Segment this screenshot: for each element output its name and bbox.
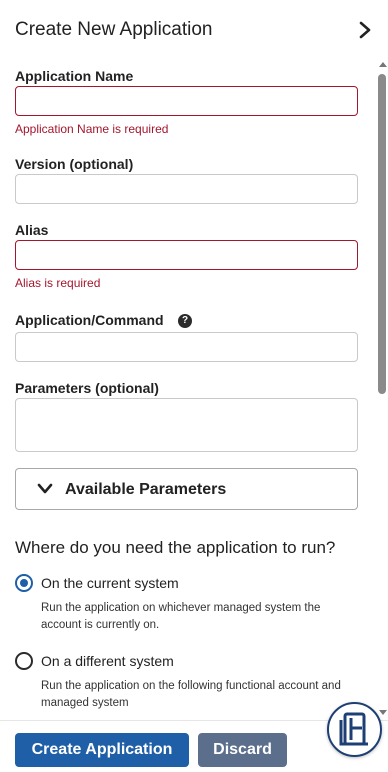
alias-input[interactable]: [15, 240, 358, 270]
version-input[interactable]: [15, 174, 358, 204]
run-location-heading: Where do you need the application to run…: [15, 538, 336, 557]
page-title: Create New Application: [15, 19, 213, 40]
radio-current-system-label[interactable]: On the current system: [41, 575, 179, 591]
vertical-scrollbar[interactable]: [376, 58, 388, 720]
brand-logo-icon[interactable]: [327, 702, 382, 757]
create-application-button[interactable]: Create Application: [15, 733, 189, 767]
radio-different-system-description: Run the application on the following fun…: [41, 680, 341, 709]
question-circle-icon[interactable]: ?: [178, 314, 192, 328]
panel-header: Create New Application: [0, 0, 388, 58]
scroll-thumb[interactable]: [378, 74, 386, 394]
parameters-label: Parameters (optional): [15, 380, 159, 396]
chevron-down-icon: [37, 483, 53, 494]
radio-current-system-description: Run the application on whichever managed…: [41, 602, 321, 631]
available-parameters-label: Available Parameters: [65, 481, 227, 498]
version-label: Version (optional): [15, 156, 134, 172]
radio-different-system[interactable]: [15, 652, 33, 670]
radio-different-system-label[interactable]: On a different system: [41, 653, 174, 669]
scroll-down-arrow-icon[interactable]: [379, 710, 387, 715]
form-scroll-area: Application Name Application Name is req…: [0, 58, 376, 720]
app-name-label: Application Name: [15, 68, 134, 84]
alias-error: Alias is required: [15, 276, 101, 290]
app-name-input[interactable]: [15, 86, 358, 116]
command-input[interactable]: [15, 332, 358, 362]
chevron-right-icon[interactable]: [357, 20, 373, 40]
discard-button[interactable]: Discard: [198, 733, 287, 767]
app-name-error: Application Name is required: [15, 122, 169, 136]
brand-logo-glyph-icon: [339, 712, 368, 746]
available-parameters-toggle[interactable]: Available Parameters: [15, 468, 358, 510]
parameters-textarea[interactable]: [15, 398, 358, 452]
command-label: Application/Command: [15, 312, 164, 328]
radio-current-system[interactable]: [15, 574, 33, 592]
alias-label: Alias: [15, 222, 49, 238]
scroll-up-arrow-icon[interactable]: [379, 62, 387, 67]
